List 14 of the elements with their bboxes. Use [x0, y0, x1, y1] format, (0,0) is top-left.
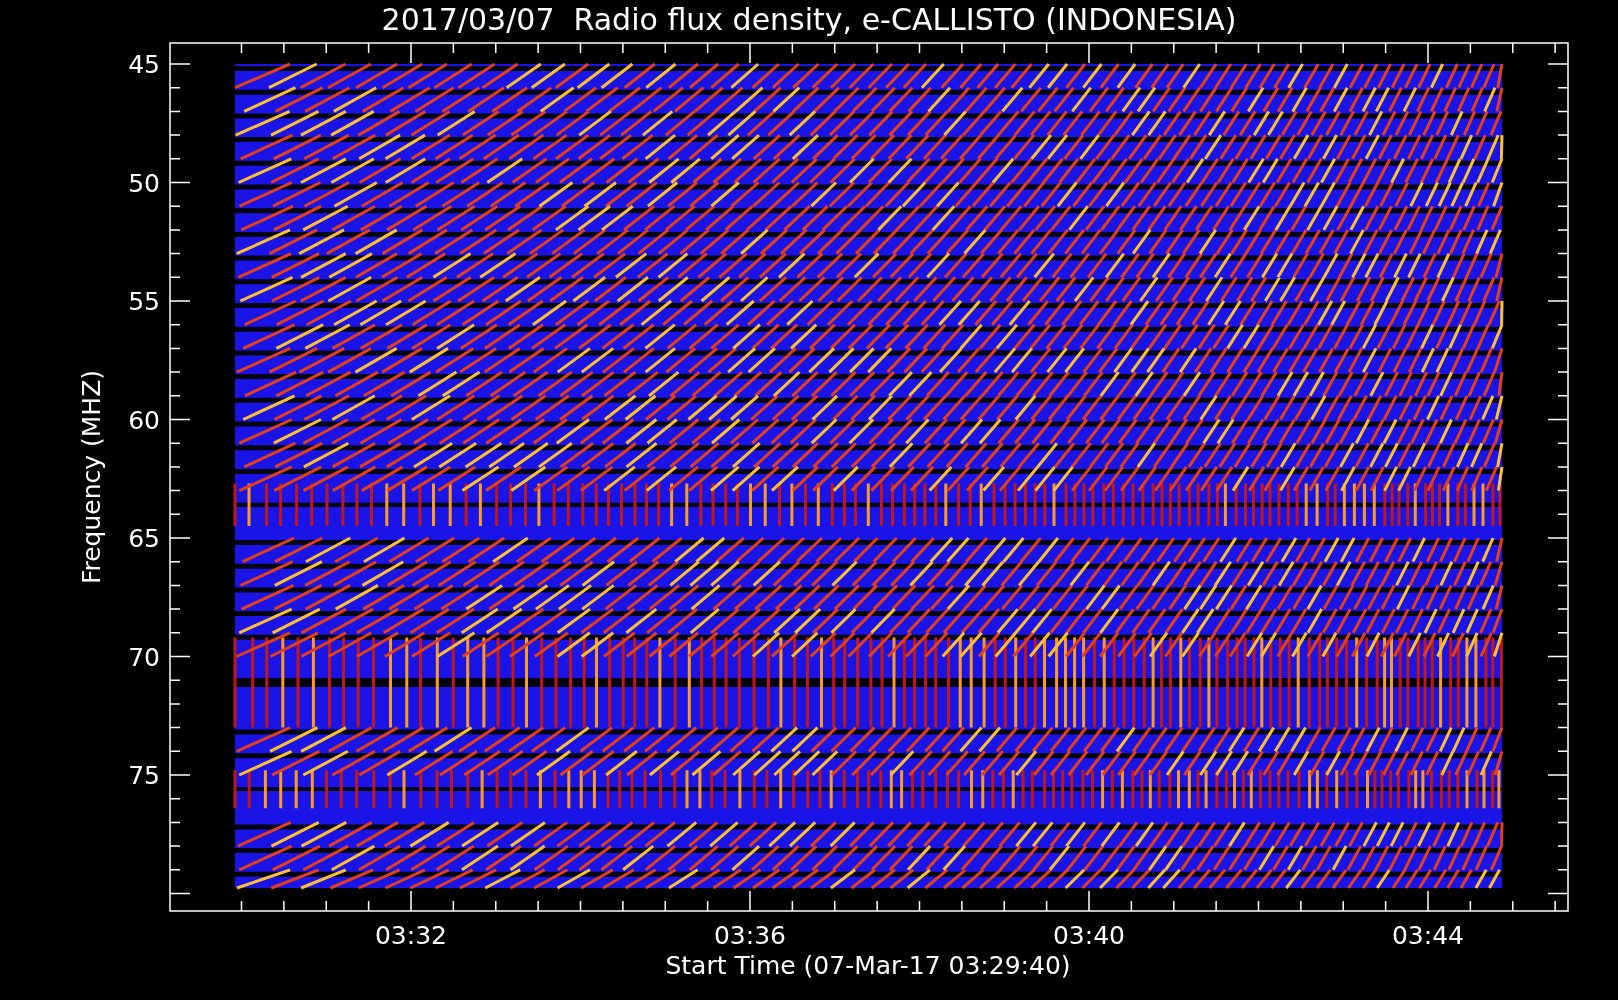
x-tick-label: 03:36 [714, 921, 786, 950]
x-tick-label: 03:44 [1392, 921, 1464, 950]
y-axis-label: Frequency (MHZ) [77, 369, 106, 585]
y-tick-label: 50 [128, 168, 160, 198]
y-tick-label: 70 [128, 642, 160, 672]
plot-title: 2017/03/07 Radio flux density, e-CALLISTO (INDONESIA) [381, 2, 1237, 37]
y-tick-label: 75 [128, 761, 160, 790]
y-tick-label: 65 [128, 524, 160, 553]
x-axis-label: Start Time (07-Mar-17 03:29:40) [665, 951, 1071, 980]
y-tick-label: 45 [128, 50, 160, 79]
y-tick-label: 60 [128, 405, 160, 435]
y-tick-label: 55 [128, 287, 160, 316]
x-tick-label: 03:40 [1053, 921, 1125, 950]
x-tick-label: 03:32 [375, 921, 447, 950]
